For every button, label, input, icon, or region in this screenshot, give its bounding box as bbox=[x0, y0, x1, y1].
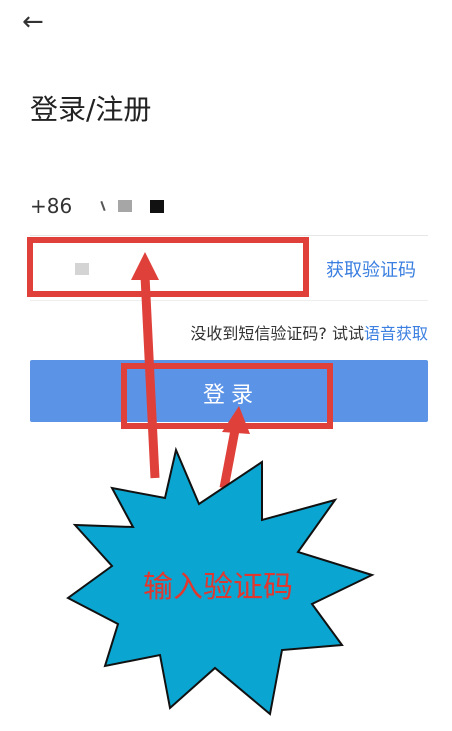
phone-number-row: +86 bbox=[30, 191, 165, 221]
divider bbox=[30, 300, 428, 301]
verification-code-field[interactable] bbox=[30, 245, 310, 293]
callout-text: 输入验证码 bbox=[143, 570, 293, 605]
phone-mask-mark bbox=[118, 200, 133, 212]
divider bbox=[30, 235, 428, 236]
login-button[interactable] bbox=[30, 360, 428, 422]
voice-hint-text: 没收到短信验证码? 试试 bbox=[190, 324, 364, 343]
phone-mask-mark bbox=[100, 200, 106, 212]
code-mask-mark bbox=[75, 263, 89, 275]
back-arrow-icon[interactable]: ← bbox=[22, 6, 54, 38]
phone-mask-mark bbox=[150, 199, 165, 213]
page-title: 登录/注册 bbox=[30, 93, 152, 126]
verification-code-input[interactable] bbox=[30, 245, 310, 293]
masked-phone-number bbox=[100, 191, 165, 221]
country-code: +86 bbox=[30, 194, 73, 218]
voice-code-link[interactable]: 语音获取 bbox=[364, 324, 428, 343]
voice-code-hint: 没收到短信验证码? 试试语音获取 bbox=[190, 320, 428, 344]
get-code-button[interactable]: 获取验证码 bbox=[326, 256, 416, 282]
arrow-shaft bbox=[219, 429, 240, 489]
